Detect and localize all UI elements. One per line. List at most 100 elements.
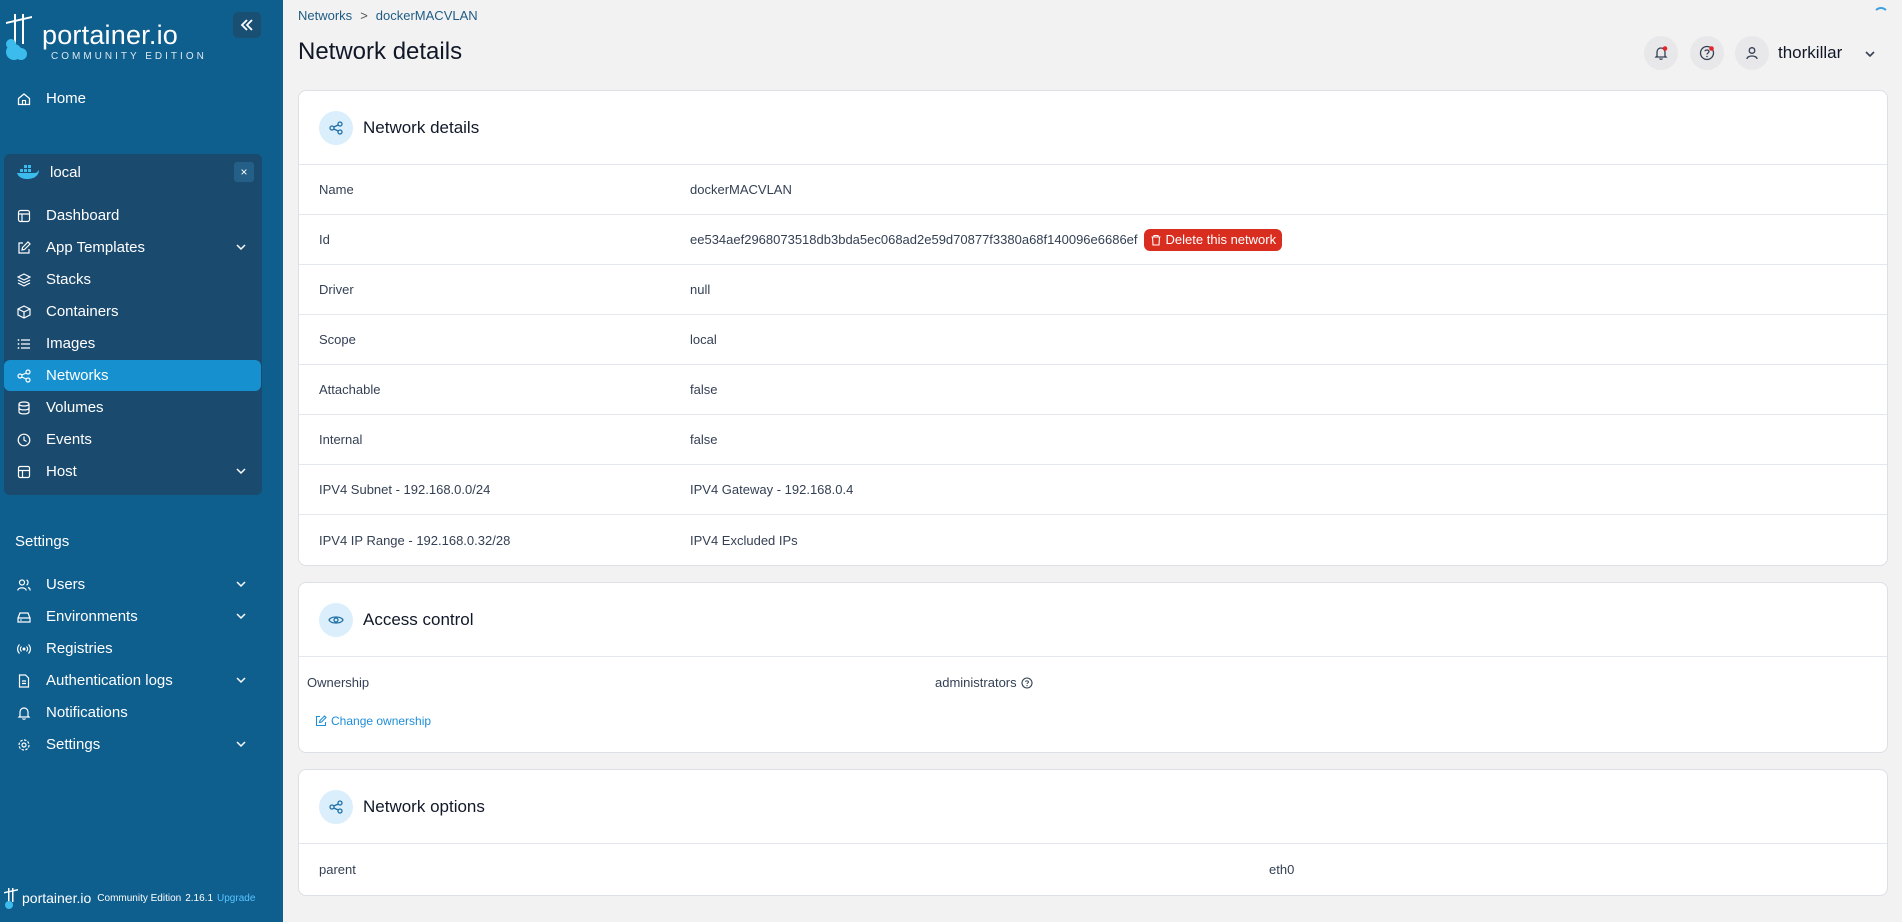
- close-environment-button[interactable]: ×: [234, 162, 254, 182]
- share-icon: [319, 789, 353, 824]
- ownership-value: administrators: [935, 675, 1017, 690]
- trash-icon: [1150, 234, 1162, 246]
- row-key: Internal: [319, 432, 363, 447]
- sidebar-item-label: Authentication logs: [46, 672, 173, 689]
- notifications-button[interactable]: [1644, 36, 1678, 70]
- sidebar-item-events[interactable]: Events: [4, 424, 261, 455]
- network-details-card: Network details Name dockerMACVLAN Id ee…: [298, 90, 1888, 566]
- sidebar-item-label: Volumes: [46, 399, 104, 416]
- table-row: Id ee534aef2968073518db3bda5ec068ad2e59d…: [299, 215, 1887, 265]
- database-icon: [16, 400, 32, 416]
- share-icon: [16, 368, 32, 384]
- user-menu-button[interactable]: [1735, 36, 1769, 70]
- list-icon: [16, 336, 32, 352]
- footer-brand: portainer.io: [22, 890, 92, 906]
- sidebar-item-host[interactable]: Host: [4, 456, 261, 487]
- sidebar-item-notifications[interactable]: Notifications: [4, 697, 261, 728]
- page-title: Network details: [298, 38, 463, 65]
- row-value: IPV4 Gateway - 192.168.0.4: [690, 482, 854, 497]
- row-value: false: [690, 382, 718, 397]
- chevron-down-icon: [236, 741, 246, 748]
- help-circle-icon[interactable]: [1021, 676, 1033, 689]
- environment-name: local: [50, 164, 81, 181]
- table-row: parent eth0: [299, 844, 1887, 894]
- breadcrumb-networks-link[interactable]: Networks: [298, 8, 352, 23]
- file-icon: [16, 673, 32, 689]
- loading-spinner-icon: [1873, 7, 1889, 23]
- sidebar-item-volumes[interactable]: Volumes: [4, 392, 261, 423]
- sidebar-item-containers[interactable]: Containers: [4, 296, 261, 327]
- row-key: parent: [319, 861, 356, 877]
- sidebar-item-label: Notifications: [46, 704, 128, 721]
- change-ownership-label: Change ownership: [331, 714, 432, 728]
- sidebar-item-users[interactable]: Users: [4, 569, 261, 600]
- row-value: local: [690, 332, 717, 347]
- footer-edition: Community Edition: [97, 892, 182, 904]
- sidebar-footer: portainer.io Community Edition 2.16.1 Up…: [4, 886, 280, 910]
- sidebar-item-dashboard[interactable]: Dashboard: [4, 200, 261, 231]
- row-value: false: [690, 432, 718, 447]
- sidebar-item-stacks[interactable]: Stacks: [4, 264, 261, 295]
- table-row: IPV4 IP Range - 192.168.0.32/28 IPV4 Exc…: [299, 515, 1887, 565]
- sidebar-item-label: Home: [46, 90, 87, 107]
- host-icon: [16, 464, 32, 480]
- row-key: Name: [319, 182, 354, 197]
- chevron-down-icon: [236, 244, 246, 251]
- gear-icon: [16, 737, 32, 753]
- row-key: Attachable: [319, 382, 381, 397]
- access-control-card: Access control Ownership administrators …: [298, 582, 1888, 753]
- sidebar-item-label: Images: [46, 335, 96, 352]
- sidebar-item-app-templates[interactable]: App Templates: [4, 232, 261, 263]
- dashboard-icon: [16, 208, 32, 224]
- eye-icon: [319, 602, 353, 637]
- card-title: Network details: [363, 117, 480, 137]
- row-value: IPV4 Excluded IPs: [690, 532, 798, 548]
- help-icon: [1699, 45, 1715, 61]
- sidebar-item-label: Users: [46, 576, 86, 593]
- user-icon: [1746, 47, 1758, 60]
- sidebar-item-environments[interactable]: Environments: [4, 601, 261, 632]
- sidebar-item-label: Stacks: [46, 271, 92, 288]
- hdd-icon: [16, 609, 32, 625]
- sidebar-item-label: Networks: [46, 367, 109, 384]
- sidebar-item-authentication-logs[interactable]: Authentication logs: [4, 665, 261, 696]
- sidebar-item-label: App Templates: [46, 239, 145, 256]
- row-key: Driver: [319, 282, 354, 297]
- portainer-logo[interactable]: portainer.io COMMUNITY EDITION: [0, 8, 230, 62]
- ownership-label: Ownership: [307, 675, 370, 690]
- ownership-value-group: administrators: [935, 675, 1033, 690]
- user-name[interactable]: thorkillar: [1778, 43, 1842, 63]
- collapse-sidebar-button[interactable]: [233, 12, 261, 38]
- upgrade-link[interactable]: Upgrade: [217, 893, 255, 904]
- logo-subtitle: COMMUNITY EDITION: [51, 51, 207, 62]
- chevron-down-icon[interactable]: [1863, 47, 1877, 61]
- footer-version: 2.16.1: [185, 892, 214, 904]
- edit-icon: [16, 240, 32, 256]
- sidebar-item-label: Dashboard: [46, 207, 120, 224]
- bell-icon: [16, 705, 32, 721]
- users-icon: [16, 577, 32, 593]
- delete-network-button[interactable]: Delete this network: [1143, 228, 1283, 251]
- card-title: Network options: [363, 796, 485, 816]
- sidebar-item-settings[interactable]: Settings: [4, 729, 261, 760]
- card-title: Access control: [363, 609, 474, 629]
- environment-header: local: [4, 157, 262, 188]
- sidebar-item-networks[interactable]: Networks: [4, 360, 261, 391]
- sidebar-item-images[interactable]: Images: [4, 328, 261, 359]
- edit-icon: [315, 715, 327, 727]
- row-value: eth0: [1269, 861, 1295, 877]
- chevron-down-icon: [236, 468, 246, 475]
- help-button[interactable]: [1690, 36, 1724, 70]
- row-key: Scope: [319, 332, 356, 347]
- delete-network-label: Delete this network: [1165, 232, 1277, 247]
- crane-icon: [6, 14, 32, 60]
- table-row: Scope local: [299, 315, 1887, 365]
- chevron-down-icon: [236, 581, 246, 588]
- change-ownership-link[interactable]: Change ownership: [315, 714, 431, 728]
- row-key: IPV4 IP Range - 192.168.0.32/28: [319, 532, 511, 548]
- sidebar-item-home[interactable]: Home: [4, 83, 261, 114]
- sidebar-item-registries[interactable]: Registries: [4, 633, 261, 664]
- clock-icon: [16, 432, 32, 448]
- layers-icon: [16, 272, 32, 288]
- card-header: Network details: [299, 91, 1887, 165]
